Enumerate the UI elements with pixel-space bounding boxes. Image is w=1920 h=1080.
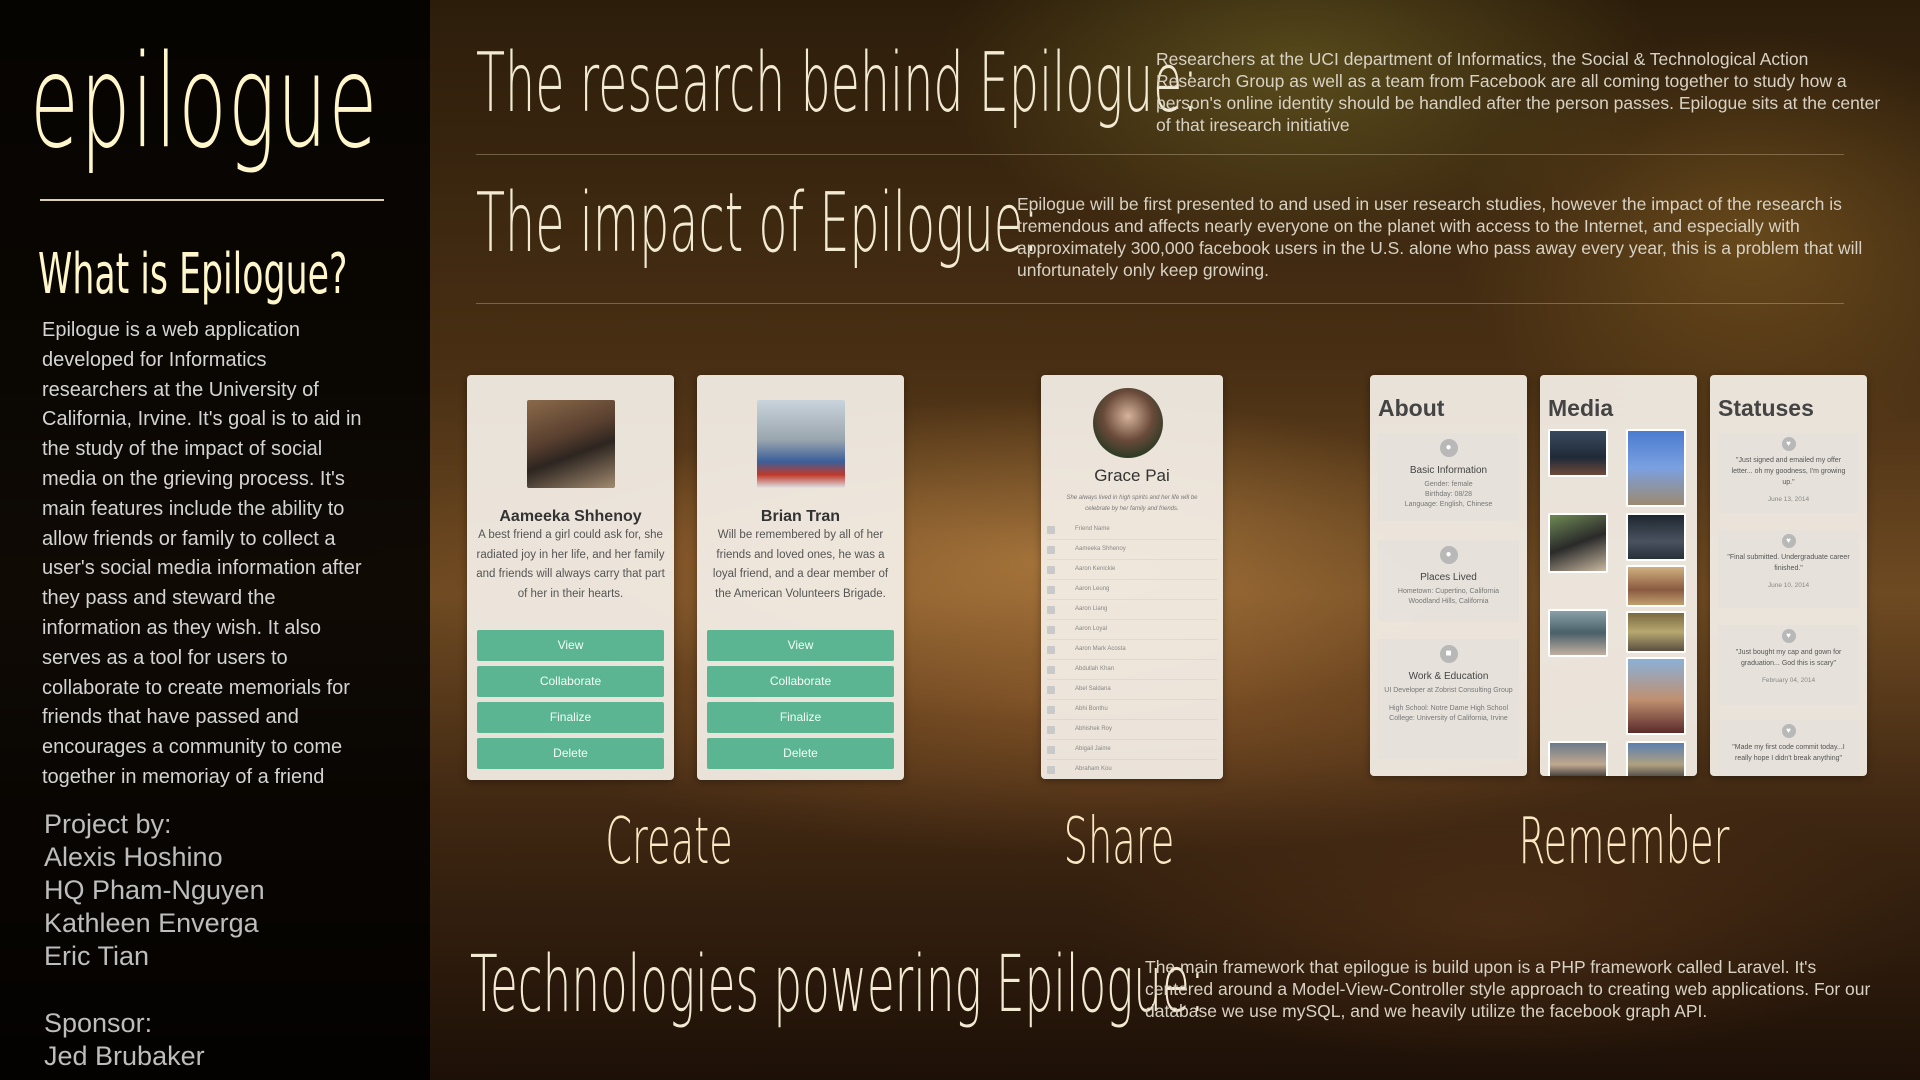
share-card: Grace Pai She always lived in high spiri… <box>1041 375 1223 779</box>
friend-row[interactable]: Aaron Mark Acosta <box>1047 640 1217 660</box>
about-panel: About ● Basic Information Gender: female… <box>1370 375 1527 776</box>
profile-photo <box>757 400 845 488</box>
impact-body: Epilogue will be first presented to and … <box>1017 194 1863 280</box>
logo: epilogue <box>30 28 379 177</box>
checkbox[interactable] <box>1047 666 1055 674</box>
person-icon: ● <box>1439 439 1458 457</box>
friend-row[interactable]: Abraham Kou <box>1047 760 1217 779</box>
friend-row[interactable]: Aaron Leung <box>1047 580 1217 600</box>
view-button[interactable]: View <box>707 630 894 661</box>
friend-row[interactable]: Abel Saldana <box>1047 680 1217 700</box>
media-thumbnail[interactable] <box>1548 429 1608 477</box>
collaborate-button[interactable]: Collaborate <box>477 666 664 697</box>
about-title: About <box>1378 395 1445 421</box>
checkbox[interactable] <box>1047 766 1055 774</box>
impact-heading: The impact of Epilogue: <box>476 176 1040 271</box>
friend-row[interactable]: Abdullah Khan <box>1047 660 1217 680</box>
collaborate-button[interactable]: Collaborate <box>707 666 894 697</box>
friend-row[interactable]: Abigail Jaime <box>1047 740 1217 760</box>
divider <box>476 303 1844 304</box>
media-thumbnail[interactable] <box>1626 565 1686 607</box>
card-name: Brian Tran <box>760 508 841 525</box>
status-item: ♥ "Final submitted. Undergraduate career… <box>1718 530 1859 608</box>
friend-list-header: Friend Name <box>1047 520 1217 540</box>
basic-info-box: ● Basic Information Gender: female Birthd… <box>1378 433 1519 521</box>
share-description: She always lived in high spirits and her… <box>1066 495 1198 512</box>
checkbox[interactable] <box>1047 566 1055 574</box>
work-education-box: ■ Work & Education UI Developer at Zobri… <box>1378 639 1519 759</box>
author: HQ Pham-Nguyen <box>44 875 265 905</box>
memorial-card: Brian Tran Will be remembered by all of … <box>697 375 904 780</box>
delete-button[interactable]: Delete <box>707 738 894 769</box>
what-is-title: What is Epilogue? <box>38 242 348 307</box>
friend-row[interactable]: Abhishek Roy <box>1047 720 1217 740</box>
author: Eric Tian <box>44 941 150 971</box>
sidebar: epilogue What is Epilogue? Epilogue is a… <box>0 0 430 1080</box>
checkbox[interactable] <box>1047 746 1055 754</box>
media-thumbnail[interactable] <box>1626 429 1686 507</box>
what-is-body: Epilogue is a web application developed … <box>42 319 362 788</box>
sponsor-label: Sponsor: <box>44 1008 153 1038</box>
media-thumbnail[interactable] <box>1626 657 1686 735</box>
status-item: ♥ "Just bought my cap and gown for gradu… <box>1718 625 1859 705</box>
card-description: Will be remembered by all of her friends… <box>712 529 889 600</box>
finalize-button[interactable]: Finalize <box>707 702 894 733</box>
checkbox[interactable] <box>1047 726 1055 734</box>
media-panel: Media <box>1540 375 1697 776</box>
card-name: Aameeka Shhenoy <box>499 508 642 525</box>
checkbox[interactable] <box>1047 586 1055 594</box>
like-icon[interactable]: ♥ <box>1781 534 1796 548</box>
friend-row[interactable]: Aaron Loyal <box>1047 620 1217 640</box>
checkbox[interactable] <box>1047 626 1055 634</box>
share-name: Grace Pai <box>1094 466 1170 485</box>
author: Alexis Hoshino <box>44 842 223 872</box>
tech-body: The main framework that epilogue is buil… <box>1145 957 1871 1021</box>
statuses-panel: Statuses ♥ "Just signed and emailed my o… <box>1710 375 1867 776</box>
delete-button[interactable]: Delete <box>477 738 664 769</box>
view-button[interactable]: View <box>477 630 664 661</box>
tech-heading: Technologies powering Epilogue: <box>470 940 1206 1030</box>
create-label: Create <box>605 805 733 879</box>
media-thumbnail[interactable] <box>1548 741 1608 776</box>
divider <box>476 154 1844 155</box>
checkbox[interactable] <box>1047 706 1055 714</box>
research-heading: The research behind Epilogue: <box>476 36 1199 131</box>
media-thumbnail[interactable] <box>1548 609 1608 657</box>
friend-row[interactable]: Aaron Liang <box>1047 600 1217 620</box>
statuses-title: Statuses <box>1718 395 1814 421</box>
status-item: ♥ "Made my first code commit today...I r… <box>1718 720 1859 776</box>
research-body: Researchers at the UCI department of Inf… <box>1156 49 1881 135</box>
friend-row[interactable]: Aaron Kenickie <box>1047 560 1217 580</box>
friend-row[interactable]: Abhi Bonthu <box>1047 700 1217 720</box>
checkbox[interactable] <box>1047 686 1055 694</box>
checkbox[interactable] <box>1047 546 1055 554</box>
places-lived-box: ● Places Lived Hometown: Cupertino, Cali… <box>1378 540 1519 622</box>
media-thumbnail[interactable] <box>1626 611 1686 653</box>
media-thumbnail[interactable] <box>1626 741 1686 776</box>
profile-photo <box>527 400 615 488</box>
memorial-card: Aameeka Shhenoy A best friend a girl cou… <box>467 375 674 780</box>
media-thumbnail[interactable] <box>1548 513 1608 573</box>
checkbox[interactable] <box>1047 646 1055 654</box>
friend-row[interactable]: Aameeka Shhenoy <box>1047 540 1217 560</box>
media-thumbnail[interactable] <box>1626 513 1686 561</box>
media-title: Media <box>1548 395 1614 421</box>
status-item: ♥ "Just signed and emailed my offer lett… <box>1718 433 1859 513</box>
like-icon[interactable]: ♥ <box>1781 629 1796 643</box>
author: Kathleen Enverga <box>44 908 259 938</box>
sponsor-name: Jed Brubaker <box>44 1041 205 1071</box>
project-label: Project by: <box>44 809 172 839</box>
like-icon[interactable]: ♥ <box>1781 724 1796 738</box>
credits: Project by: Alexis Hoshino HQ Pham-Nguye… <box>44 808 265 1073</box>
card-description: A best friend a girl could ask for, she … <box>476 529 665 600</box>
remember-label: Remember <box>1518 805 1730 879</box>
checkbox[interactable] <box>1047 606 1055 614</box>
share-label: Share <box>1063 805 1175 879</box>
building-icon: ■ <box>1439 645 1458 663</box>
profile-photo <box>1093 388 1163 458</box>
globe-icon: ● <box>1439 546 1458 564</box>
like-icon[interactable]: ♥ <box>1781 437 1796 451</box>
logo-divider <box>40 199 384 201</box>
finalize-button[interactable]: Finalize <box>477 702 664 733</box>
